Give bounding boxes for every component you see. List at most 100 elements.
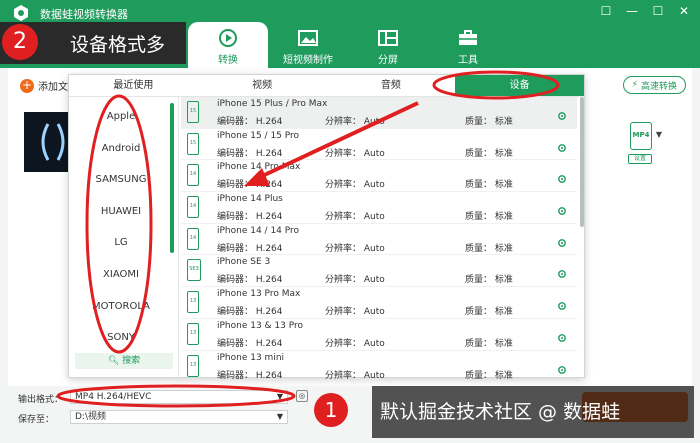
save-to-select[interactable]: D:\视频 ▼ [70,410,288,424]
watermark: 默认掘金技术社区 @ 数据蛙 [372,386,694,438]
gear-icon[interactable] [557,143,567,153]
device-quality: 质量： 标准 [465,243,513,254]
brand-scrollbar[interactable] [170,103,174,253]
device-resolution: 分辨率： Auto [325,243,385,254]
settings-button[interactable]: 设置 [628,154,652,164]
tab-short-video-label: 短视频制作 [283,55,333,66]
gear-icon[interactable] [557,238,567,248]
device-codec: 编码器： H.264 [217,275,283,286]
device-row[interactable]: 15 iPhone 15 Plus / Pro Max 编码器： H.264 分辨率：… [181,97,577,129]
output-format-select[interactable]: MP4 H.264/HEVC ▼ [70,390,288,404]
device-quality: 质量： 标准 [465,148,513,159]
device-resolution: 分辨率： Auto [325,307,385,318]
tab-video[interactable]: 视频 [198,75,327,96]
output-format-label: 输出格式： [18,395,64,405]
gear-icon[interactable] [557,365,567,375]
tab-audio[interactable]: 音频 [327,75,456,96]
brand-item[interactable]: SAMSUNG [69,164,173,196]
step-number: 1 [314,393,348,427]
gear-icon[interactable] [557,269,567,279]
output-folder-icon[interactable]: ◎ [296,390,308,402]
device-resolution: 分辨率： Auto [325,370,385,380]
search-label: 搜索 [122,356,141,366]
search-icon: 🔍︎ [107,356,120,366]
device-codec: 编码器： H.264 [217,212,283,223]
gear-icon[interactable] [557,111,567,121]
device-quality: 质量： 标准 [465,117,513,127]
device-name: iPhone 13 & 13 Pro [217,320,304,331]
fast-convert-button[interactable]: ⚡ 高速转换 [622,76,686,94]
feedback-icon[interactable]: ☐ [598,4,614,18]
device-codec: 编码器： H.264 [217,307,283,318]
brand-item[interactable]: MOTOROLA [69,291,173,323]
device-resolution: 分辨率： Auto [325,180,385,191]
device-list: 15 iPhone 15 Plus / Pro Max 编码器： H.264 分辨率：… [181,97,577,379]
tab-device[interactable]: 设备 [455,75,584,96]
device-name: iPhone SE 3 [217,257,271,268]
brand-item[interactable]: Android [69,133,173,165]
device-row[interactable]: 13 iPhone 13 & 13 Pro 编码器： H.264 分辨率： Auto 质… [181,319,577,351]
gear-icon[interactable] [557,301,567,311]
format-badge[interactable]: MP4 [630,122,652,150]
device-resolution: 分辨率： Auto [325,212,385,223]
device-row[interactable]: 14 iPhone 14 Pro Max 编码器： H.264 分辨率： Auto 质量… [181,160,577,193]
maximize-icon[interactable]: ☐ [650,4,666,18]
device-name: iPhone 14 / 14 Pro [217,225,300,236]
save-to-value: D:\视频 [75,412,106,422]
format-dropdown-icon[interactable]: ▼ [656,130,662,139]
device-row[interactable]: 13 iPhone 13 Pro Max 编码器： H.264 分辨率： Auto 质量… [181,287,577,319]
device-quality: 质量： 标准 [465,212,513,223]
app-title: 数据蛙视频转换器 [40,8,128,21]
device-name: iPhone 14 Pro Max [217,162,301,173]
device-name: iPhone 14 Plus [217,194,283,205]
gear-icon[interactable] [557,206,567,216]
phone-icon: SE3 [187,259,201,282]
output-format-value: MP4 H.264/HEVC [75,392,152,402]
format-tabs: 最近使用 视频 音频 设备 [69,75,584,97]
device-quality: 质量： 标准 [465,370,513,380]
device-row[interactable]: 13 iPhone 13 mini 编码器： H.264 分辨率： Auto 质量： 标… [181,351,577,380]
phone-icon: 13 [187,322,199,345]
brand-item[interactable]: LG [69,227,173,259]
tab-split-screen-label: 分屏 [378,55,398,66]
device-name: iPhone 15 Plus / Pro Max [217,99,328,109]
device-row[interactable]: 15 iPhone 15 / 15 Pro 编码器： H.264 分辨率： Auto 质… [181,129,577,161]
device-quality: 质量： 标准 [465,338,513,349]
brand-item[interactable]: HUAWEI [69,196,173,228]
brand-search-button[interactable]: 🔍︎ 搜索 [75,353,173,369]
split-screen-icon [378,30,398,46]
tab-recent[interactable]: 最近使用 [69,75,198,96]
phone-icon: 15 [187,101,199,123]
device-row[interactable]: 14 iPhone 14 / 14 Pro 编码器： H.264 分辨率： Auto 质… [181,224,577,256]
tab-short-video[interactable]: 短视频制作 [268,22,348,68]
device-scrollbar[interactable] [580,97,584,227]
phone-icon: 13 [187,354,199,377]
format-panel: 最近使用 视频 音频 设备 Apple Android SAMSUNG HUAWEI L… [68,74,585,379]
device-row[interactable]: SE3 iPhone SE 3 编码器： H.264 分辨率： Auto 质量： 标准 [181,255,577,288]
device-row[interactable]: 14 iPhone 14 Plus 编码器： H.264 分辨率： Auto 质量： 标… [181,192,577,224]
plus-icon: + [20,77,34,93]
tab-convert-label: 转换 [218,55,238,66]
device-codec: 编码器： H.264 [217,148,283,159]
brand-item[interactable]: Apple [69,101,173,133]
phone-icon: 13 [187,291,199,314]
brand-item[interactable]: XIAOMI [69,259,173,291]
phone-icon: 14 [187,164,199,187]
gear-icon[interactable] [557,333,567,343]
toolbox-icon [459,30,477,45]
device-codec: 编码器： H.264 [217,180,283,191]
gear-icon[interactable] [557,174,567,184]
device-codec: 编码器： H.264 [217,117,283,127]
device-name: iPhone 15 / 15 Pro [217,130,300,141]
minimize-icon[interactable]: — [624,4,640,18]
tab-split-screen[interactable]: 分屏 [348,22,428,68]
chevron-down-icon: ▼ [276,392,283,401]
tab-tools[interactable]: 工具 [428,22,508,68]
device-quality: 质量： 标准 [465,275,513,286]
brand-item[interactable]: SONY [69,322,173,354]
phone-icon: 15 [187,132,199,155]
device-quality: 质量： 标准 [465,307,513,318]
tab-convert[interactable]: 转换 [188,22,268,68]
close-icon[interactable]: ✕ [676,4,692,18]
device-resolution: 分辨率： Auto [325,338,385,349]
